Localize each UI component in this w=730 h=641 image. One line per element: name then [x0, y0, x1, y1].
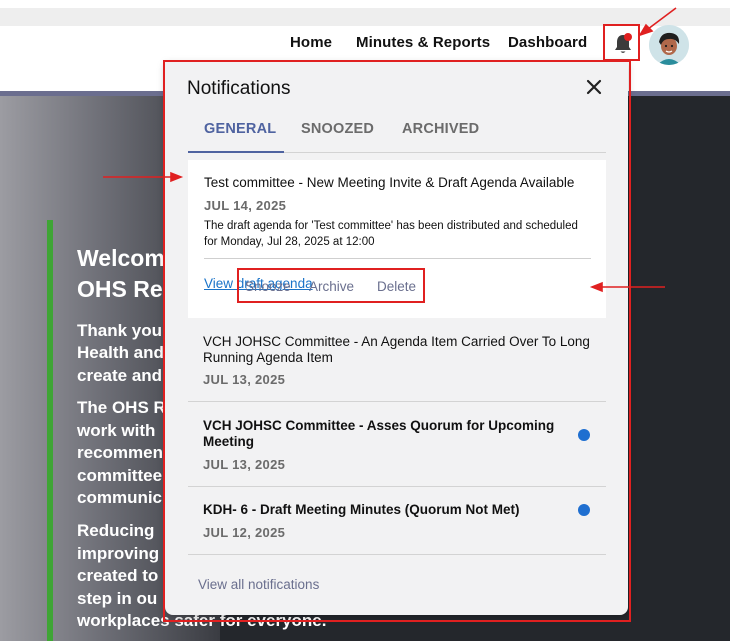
nav-home-link[interactable]: Home: [290, 34, 332, 51]
hero-accent-bar: [47, 220, 53, 641]
notification-bell-button[interactable]: [603, 24, 640, 61]
hero-text: Health and: [77, 343, 164, 362]
hero-text: create and: [77, 366, 163, 385]
hero-title-line-2: OHS Res: [77, 276, 176, 302]
hero-text: Thank you: [77, 321, 163, 340]
hero-text: created to: [77, 566, 159, 585]
hero-text: work with: [77, 421, 156, 440]
nav-dashboard-link[interactable]: Dashboard: [508, 34, 587, 51]
hero-text: Reducing: [77, 521, 155, 540]
nav-minutes-reports-link[interactable]: Minutes & Reports: [356, 34, 490, 51]
hero-text: communic: [77, 488, 163, 507]
hero-text: improving: [77, 544, 160, 563]
hero-title-line-1: Welcom: [77, 245, 165, 271]
avatar-icon: [649, 25, 689, 65]
app-page: Home Minutes & Reports Dashboard Welcom …: [0, 0, 730, 641]
hero-text: committee: [77, 466, 163, 485]
hero-text: recommen: [77, 443, 163, 462]
bell-icon: [615, 33, 632, 53]
user-avatar[interactable]: [649, 25, 689, 65]
hero-text: step in ou: [77, 589, 158, 608]
annotation-highlight-panel: [163, 60, 631, 622]
hero-text: The OHS R: [77, 398, 166, 417]
